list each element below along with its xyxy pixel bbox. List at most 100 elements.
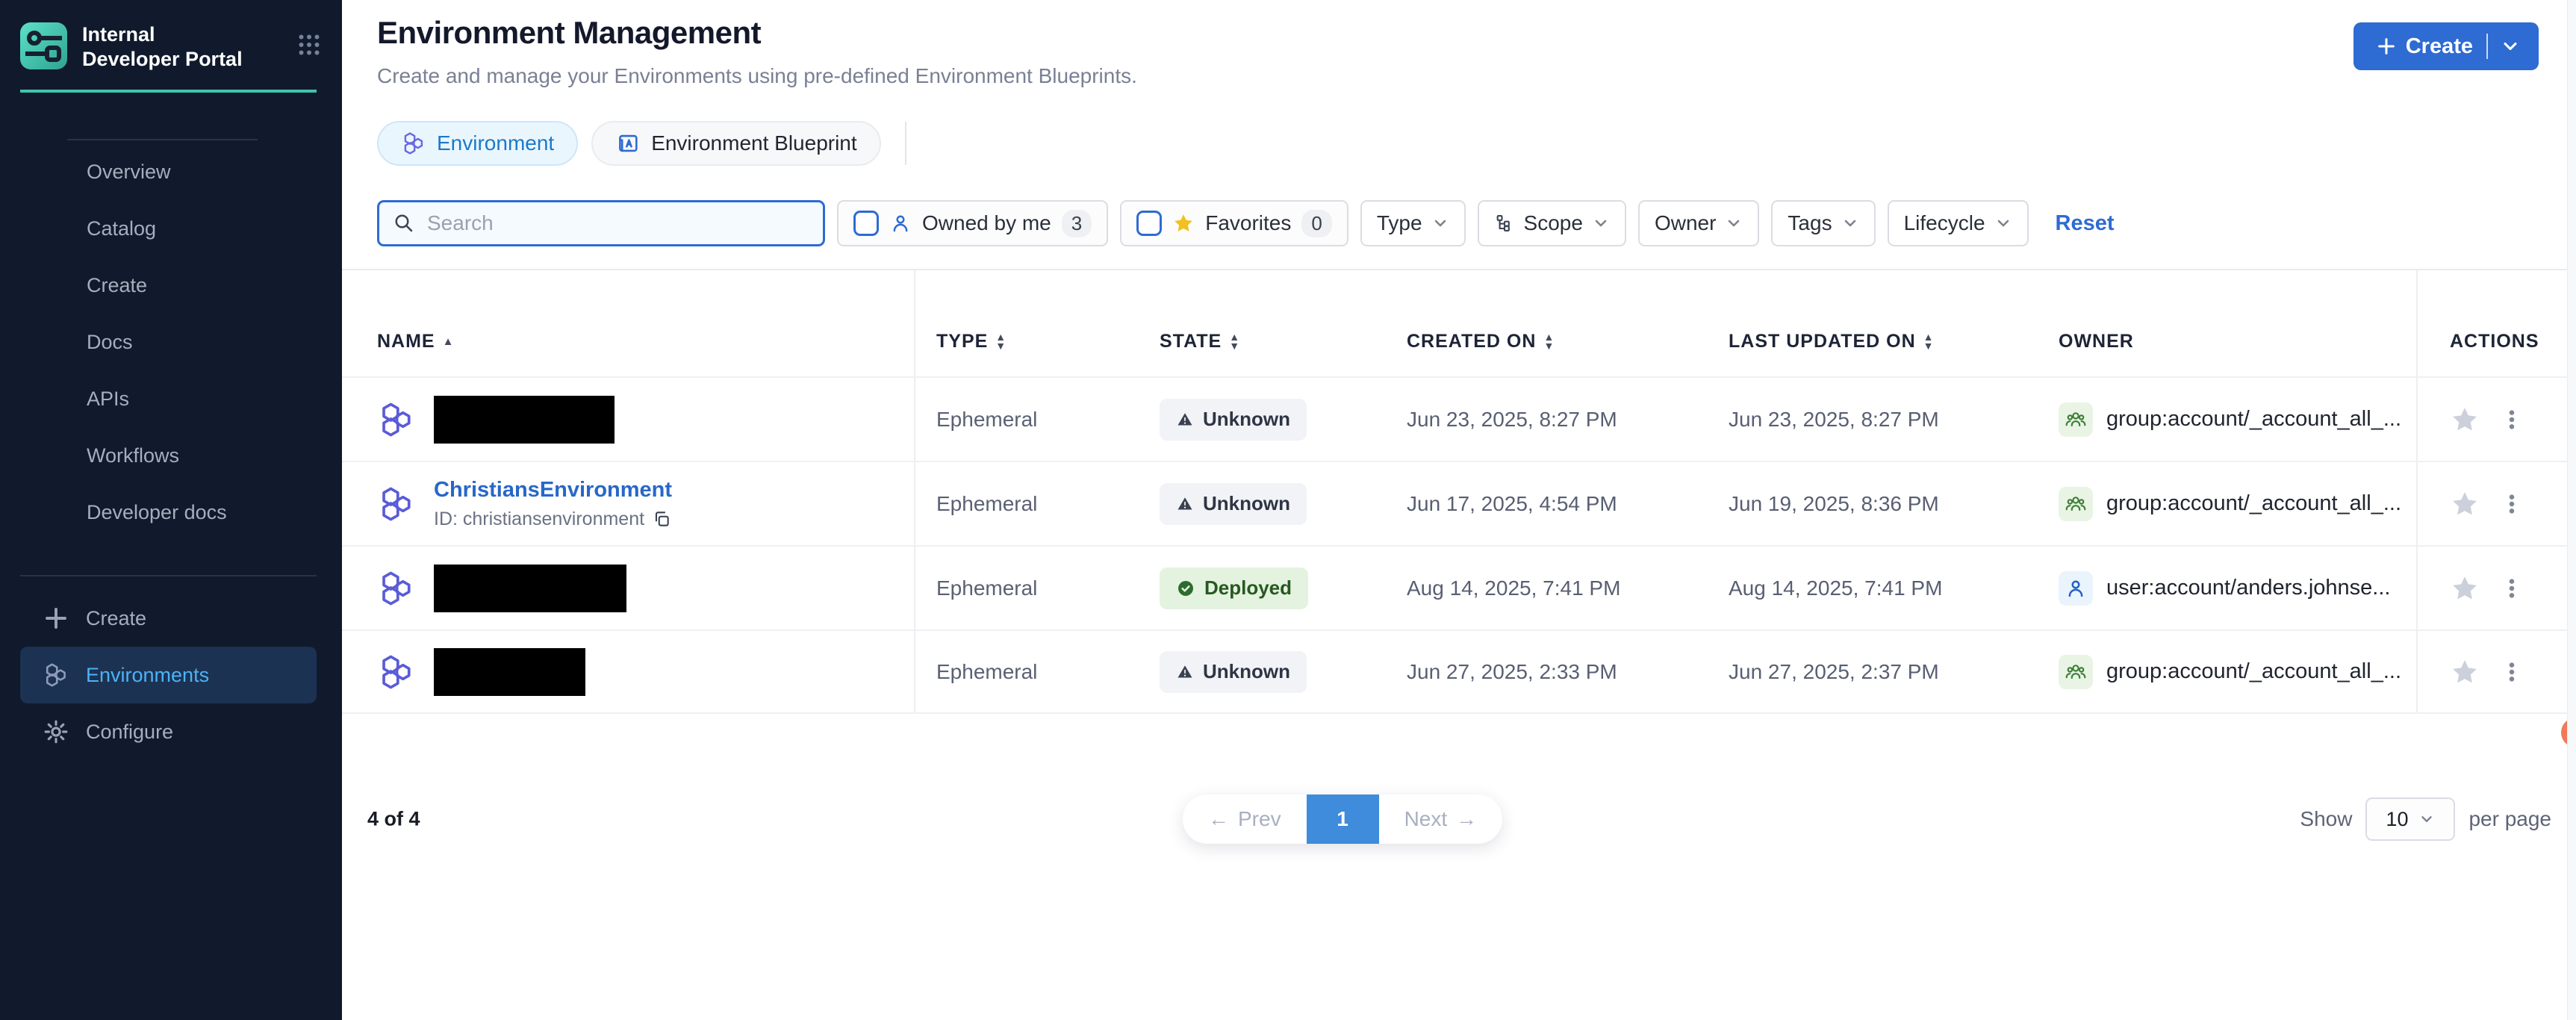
search-input[interactable] bbox=[426, 211, 784, 236]
create-split-button[interactable]: Create bbox=[2353, 22, 2539, 70]
prev-page-button[interactable]: ← Prev bbox=[1183, 794, 1307, 844]
kebab-menu-button[interactable] bbox=[2501, 661, 2523, 683]
column-header-actions: ACTIONS bbox=[2416, 270, 2576, 376]
column-header-last-updated-on[interactable]: LAST UPDATED ON ▲▼ bbox=[1708, 270, 2038, 376]
environment-hexagons-icon bbox=[377, 400, 416, 439]
owned-by-me-count: 3 bbox=[1062, 210, 1092, 237]
table-row[interactable]: Ephemeral Unknown Jun 23, 2025, 8:27 PM … bbox=[342, 376, 2576, 461]
sidebar-item-create[interactable]: Create bbox=[0, 257, 342, 314]
column-header-name[interactable]: NAME ▲ bbox=[342, 270, 915, 376]
sidebar-item-apis[interactable]: APIs bbox=[0, 370, 342, 427]
scrollbar-track[interactable] bbox=[2567, 0, 2576, 1020]
brand-title: Internal Developer Portal bbox=[82, 22, 245, 72]
group-icon bbox=[2059, 402, 2093, 437]
owner-cell: group:account/_account_all_... bbox=[2038, 631, 2416, 712]
arrow-right-icon: → bbox=[1456, 807, 1477, 831]
favorite-star-button[interactable] bbox=[2450, 405, 2480, 435]
tags-filter-dropdown[interactable]: Tags bbox=[1771, 200, 1875, 246]
create-button-dropdown[interactable] bbox=[2488, 36, 2533, 57]
favorite-star-button[interactable] bbox=[2450, 573, 2480, 603]
environment-management-page: Internal Developer Portal Overview Catal… bbox=[0, 0, 2576, 1020]
owned-by-me-label: Owned by me bbox=[922, 211, 1051, 235]
type-cell: Ephemeral bbox=[915, 462, 1139, 545]
sidebar-item-developer-docs[interactable]: Developer docs bbox=[0, 484, 342, 541]
state-cell: Deployed bbox=[1139, 547, 1386, 629]
sidebar: Internal Developer Portal Overview Catal… bbox=[0, 0, 342, 1020]
owned-by-me-filter[interactable]: Owned by me 3 bbox=[837, 200, 1108, 246]
chevron-down-icon bbox=[1725, 214, 1743, 232]
page-title: Environment Management bbox=[342, 0, 2576, 51]
owner-filter-dropdown[interactable]: Owner bbox=[1638, 200, 1759, 246]
environments-table: NAME ▲ TYPE ▲▼ STATE ▲▼ CREATED ON ▲▼ LA… bbox=[342, 270, 2576, 714]
favorites-checkbox[interactable] bbox=[1136, 211, 1162, 236]
kebab-menu-button[interactable] bbox=[2501, 408, 2523, 431]
brand: Internal Developer Portal bbox=[0, 0, 342, 72]
favorite-star-button[interactable] bbox=[2450, 489, 2480, 519]
sidebar-item-configure[interactable]: Configure bbox=[0, 703, 342, 760]
redacted-environment-name bbox=[434, 648, 585, 696]
user-icon bbox=[2059, 571, 2093, 606]
sort-icon: ▲▼ bbox=[1923, 332, 1935, 350]
tabs-divider bbox=[905, 122, 906, 165]
copy-icon[interactable] bbox=[652, 509, 671, 529]
type-cell: Ephemeral bbox=[915, 378, 1139, 461]
warning-icon bbox=[1176, 411, 1194, 429]
last-updated-cell: Jun 23, 2025, 8:27 PM bbox=[1708, 378, 2038, 461]
sidebar-item-catalog[interactable]: Catalog bbox=[0, 200, 342, 257]
type-cell: Ephemeral bbox=[915, 631, 1139, 712]
sidebar-item-environments[interactable]: Environments bbox=[20, 647, 317, 703]
page-size-select[interactable]: 10 bbox=[2365, 797, 2455, 841]
page-number-button[interactable]: 1 bbox=[1307, 794, 1379, 844]
reset-filters-button[interactable]: Reset bbox=[2056, 211, 2115, 236]
column-header-created-on[interactable]: CREATED ON ▲▼ bbox=[1386, 270, 1708, 376]
next-page-button[interactable]: Next → bbox=[1379, 794, 1503, 844]
tags-filter-label: Tags bbox=[1788, 211, 1832, 235]
kebab-menu-button[interactable] bbox=[2501, 577, 2523, 600]
scope-filter-dropdown[interactable]: Scope bbox=[1478, 200, 1626, 246]
column-header-state[interactable]: STATE ▲▼ bbox=[1139, 270, 1386, 376]
owner-cell: group:account/_account_all_... bbox=[2038, 462, 2416, 545]
type-filter-dropdown[interactable]: Type bbox=[1360, 200, 1466, 246]
create-button-main[interactable]: Create bbox=[2359, 34, 2486, 59]
lifecycle-filter-dropdown[interactable]: Lifecycle bbox=[1888, 200, 2029, 246]
blueprint-icon bbox=[615, 131, 641, 156]
sort-icon: ▲▼ bbox=[1543, 332, 1555, 350]
table-row[interactable]: Ephemeral Unknown Jun 27, 2025, 2:33 PM … bbox=[342, 629, 2576, 714]
state-cell: Unknown bbox=[1139, 378, 1386, 461]
tab-environment[interactable]: Environment bbox=[377, 121, 578, 166]
sidebar-item-workflows[interactable]: Workflows bbox=[0, 427, 342, 484]
owned-by-me-checkbox[interactable] bbox=[853, 211, 879, 236]
actions-cell bbox=[2416, 462, 2576, 545]
apps-grid-icon[interactable] bbox=[296, 31, 323, 58]
table-row[interactable]: ChristiansEnvironment ID: christiansenvi… bbox=[342, 461, 2576, 545]
actions-cell bbox=[2416, 547, 2576, 629]
bottom-nav-divider bbox=[20, 575, 317, 576]
environment-name-link[interactable]: ChristiansEnvironment bbox=[434, 478, 672, 503]
portal-logo-icon bbox=[20, 22, 67, 69]
sidebar-item-docs[interactable]: Docs bbox=[0, 314, 342, 370]
person-icon bbox=[889, 212, 912, 234]
kebab-menu-button[interactable] bbox=[2501, 493, 2523, 515]
favorites-filter[interactable]: Favorites 0 bbox=[1120, 200, 1348, 246]
type-filter-label: Type bbox=[1377, 211, 1422, 235]
environment-hexagons-icon bbox=[377, 569, 416, 608]
table-row[interactable]: Ephemeral Deployed Aug 14, 2025, 7:41 PM… bbox=[342, 545, 2576, 629]
tab-label: Environment Blueprint bbox=[651, 131, 856, 155]
column-header-type[interactable]: TYPE ▲▼ bbox=[915, 270, 1139, 376]
warning-icon bbox=[1176, 495, 1194, 513]
tab-environment-blueprint[interactable]: Environment Blueprint bbox=[591, 121, 880, 166]
sort-icon: ▲▼ bbox=[995, 332, 1007, 350]
sidebar-bottom-nav: Create Environments Configure bbox=[0, 590, 342, 760]
plus-icon bbox=[2376, 36, 2397, 57]
sidebar-item-create-new[interactable]: Create bbox=[0, 590, 342, 647]
environment-hexagons-icon bbox=[401, 131, 426, 156]
main-content: Environment Management Create and manage… bbox=[342, 0, 2576, 1020]
sidebar-item-overview[interactable]: Overview bbox=[0, 143, 342, 200]
nav-group-divider bbox=[67, 139, 258, 140]
created-on-cell: Aug 14, 2025, 7:41 PM bbox=[1386, 547, 1708, 629]
results-summary: 4 of 4 bbox=[367, 808, 420, 831]
scope-filter-label: Scope bbox=[1524, 211, 1583, 235]
actions-cell bbox=[2416, 378, 2576, 461]
environment-hexagons-icon bbox=[377, 653, 416, 691]
favorite-star-button[interactable] bbox=[2450, 657, 2480, 687]
